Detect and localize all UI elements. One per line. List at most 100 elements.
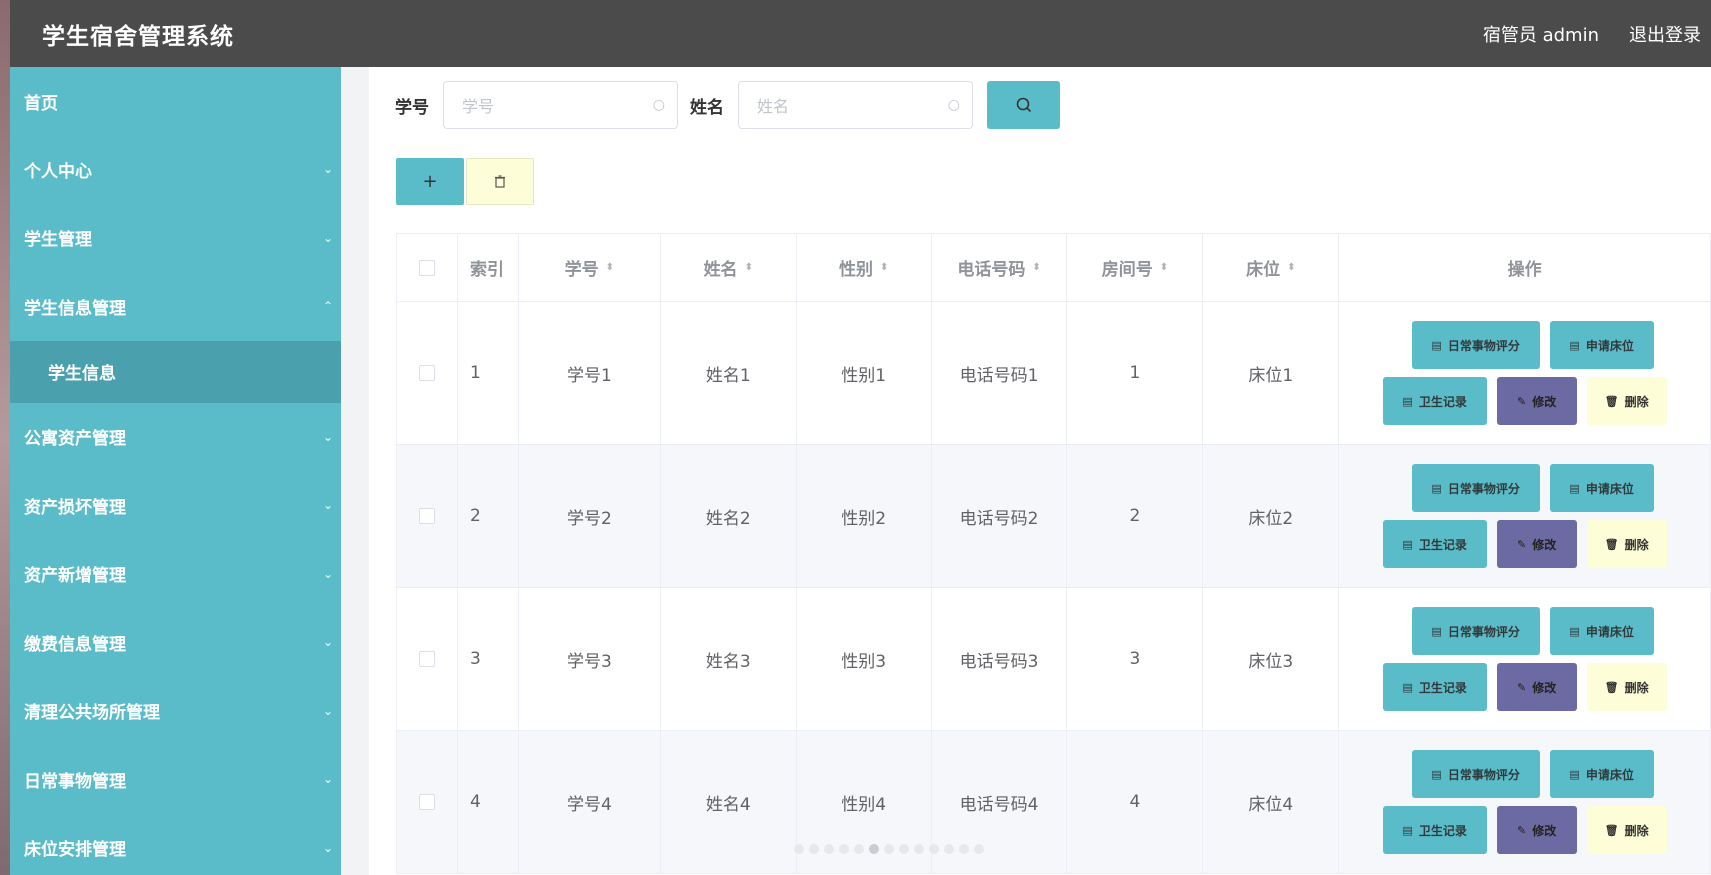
add-button[interactable]: + <box>396 158 464 205</box>
main-area: 学号 学号 ○ 姓名 姓名 ○ + 索引 学号 ⬍ 姓名 ⬍ 性别 ⬍ 电话号码… <box>341 67 1711 875</box>
column-header-room[interactable]: 房间号 ⬍ <box>1067 234 1204 302</box>
search-icon: ○ <box>947 97 960 113</box>
cell-index: 1 <box>457 302 519 445</box>
cell-room: 3 <box>1067 588 1204 731</box>
hygiene-record-button[interactable]: ▤ 卫生记录 <box>1382 377 1487 425</box>
table-row: 4 学号4 姓名4 性别4 电话号码4 4 床位4 ▤ 日常事物评分 ▤ 申请床位 … <box>397 731 1711 874</box>
sidebar-item-home[interactable]: 首页 <box>10 67 341 135</box>
chevron-down-icon: ⌄ <box>322 703 333 718</box>
student-id-label: 学号 <box>395 97 429 118</box>
cell-gender: 性别3 <box>796 588 932 731</box>
sidebar-item-student-mgmt[interactable]: 学生管理 ⌄ <box>10 204 341 273</box>
edit-button[interactable]: ✎ 修改 <box>1496 377 1577 425</box>
sort-icon: ⬍ <box>1032 261 1041 273</box>
cell-bed: 床位1 <box>1203 302 1340 445</box>
sidebar-item-payment[interactable]: 缴费信息管理 ⌄ <box>10 608 341 677</box>
edit-button[interactable]: ✎ 修改 <box>1496 520 1577 568</box>
student-id-input[interactable]: 学号 ○ <box>443 81 678 129</box>
action-buttons: + <box>396 158 534 205</box>
column-header-bed[interactable]: 床位 ⬍ <box>1203 234 1340 302</box>
cell-name: 姓名1 <box>660 302 797 445</box>
logout-link[interactable]: 退出登录 <box>1629 21 1701 47</box>
cell-phone: 电话号码2 <box>931 445 1068 588</box>
sort-icon: ⬍ <box>879 261 889 273</box>
hygiene-record-button[interactable]: ▤ 卫生记录 <box>1382 663 1487 711</box>
sidebar-item-profile[interactable]: 个人中心 ⌄ <box>10 135 341 204</box>
chevron-down-icon: ⌄ <box>322 162 333 177</box>
edit-button[interactable]: ✎ 修改 <box>1496 663 1577 711</box>
app-title: 学生宿舍管理系统 <box>42 23 234 50</box>
delete-button[interactable]: 🗑 删除 <box>1586 520 1667 568</box>
daily-score-button[interactable]: ▤ 日常事物评分 <box>1411 607 1540 655</box>
document-icon: ▤ <box>1431 767 1442 781</box>
sidebar-item-label: 个人中心 <box>24 161 92 182</box>
delete-button[interactable]: 🗑 删除 <box>1586 377 1667 425</box>
pencil-icon: ✎ <box>1517 823 1527 837</box>
sort-icon: ⬍ <box>744 261 753 273</box>
sidebar-item-label: 缴费信息管理 <box>24 634 126 655</box>
column-header-name[interactable]: 姓名 ⬍ <box>660 234 797 302</box>
hygiene-record-button[interactable]: ▤ 卫生记录 <box>1382 520 1487 568</box>
daily-score-button[interactable]: ▤ 日常事物评分 <box>1411 750 1540 798</box>
document-icon: ▤ <box>1569 338 1580 352</box>
sidebar-item-daily-affairs[interactable]: 日常事物管理 ⌄ <box>10 745 341 814</box>
column-header-gender[interactable]: 性别 ⬍ <box>796 234 932 302</box>
search-button[interactable] <box>987 81 1060 129</box>
header-checkbox-cell <box>397 234 458 302</box>
trash-icon <box>495 175 505 188</box>
apply-bed-button[interactable]: ▤ 申请床位 <box>1549 464 1654 512</box>
cell-room: 2 <box>1067 445 1204 588</box>
apply-bed-button[interactable]: ▤ 申请床位 <box>1549 750 1654 798</box>
carousel-indicator <box>794 844 984 854</box>
delete-button[interactable]: 🗑 删除 <box>1586 806 1667 854</box>
name-placeholder: 姓名 <box>757 97 790 116</box>
cell-phone: 电话号码3 <box>931 588 1068 731</box>
chevron-down-icon: ⌄ <box>322 498 333 513</box>
sidebar-item-public-cleaning[interactable]: 清理公共场所管理 ⌄ <box>10 677 341 746</box>
chevron-down-icon: ⌄ <box>322 429 333 444</box>
header-right: 宿管员 admin 退出登录 <box>1483 21 1701 47</box>
chevron-up-icon: ⌃ <box>322 299 333 314</box>
sidebar-item-student-info-mgmt[interactable]: 学生信息管理 ⌃ <box>10 272 341 341</box>
cell-gender: 性别1 <box>796 302 932 445</box>
apply-bed-button[interactable]: ▤ 申请床位 <box>1549 607 1654 655</box>
sort-icon: ⬍ <box>1159 261 1169 273</box>
column-header-phone[interactable]: 电话号码 ⬍ <box>931 234 1068 302</box>
document-icon: ▤ <box>1569 624 1580 638</box>
sidebar-item-apartment-assets[interactable]: 公寓资产管理 ⌄ <box>10 403 341 472</box>
chevron-down-icon: ⌄ <box>322 566 333 581</box>
document-icon: ▤ <box>1402 823 1413 837</box>
chevron-down-icon: ⌄ <box>322 635 333 650</box>
name-input[interactable]: 姓名 ○ <box>738 81 973 129</box>
cell-bed: 床位4 <box>1203 731 1340 874</box>
cell-gender: 性别2 <box>796 445 932 588</box>
sidebar-item-label: 公寓资产管理 <box>24 429 126 450</box>
sidebar-subitem-student-info[interactable]: 学生信息 <box>10 340 341 403</box>
daily-score-button[interactable]: ▤ 日常事物评分 <box>1411 464 1540 512</box>
cell-name: 姓名2 <box>660 445 797 588</box>
edit-button[interactable]: ✎ 修改 <box>1496 806 1577 854</box>
select-all-checkbox[interactable] <box>418 259 435 276</box>
delete-button[interactable]: 🗑 删除 <box>1586 663 1667 711</box>
hygiene-record-button[interactable]: ▤ 卫生记录 <box>1382 806 1487 854</box>
row-checkbox[interactable] <box>418 651 435 667</box>
sidebar-item-asset-new[interactable]: 资产新增管理 ⌄ <box>10 540 341 609</box>
cell-index: 2 <box>457 445 519 588</box>
cell-operations: ▤ 日常事物评分 ▤ 申请床位 ▤ 卫生记录 ✎ 修改 🗑 删除 <box>1339 588 1711 731</box>
content-panel: 学号 学号 ○ 姓名 姓名 ○ + 索引 学号 ⬍ 姓名 ⬍ 性别 ⬍ 电话号码… <box>369 67 1711 875</box>
table-header-row: 索引 学号 ⬍ 姓名 ⬍ 性别 ⬍ 电话号码 ⬍ 房间号 ⬍ 床位 ⬍ 操作 <box>397 234 1711 302</box>
apply-bed-button[interactable]: ▤ 申请床位 <box>1549 321 1654 369</box>
sidebar-item-label: 日常事物管理 <box>24 771 126 792</box>
sidebar-item-asset-damage[interactable]: 资产损坏管理 ⌄ <box>10 471 341 540</box>
cell-student-id: 学号2 <box>518 445 661 588</box>
search-icon <box>1016 97 1031 113</box>
row-checkbox[interactable] <box>418 365 435 381</box>
row-checkbox[interactable] <box>418 794 435 810</box>
row-checkbox[interactable] <box>418 508 435 524</box>
cell-student-id: 学号3 <box>518 588 661 731</box>
daily-score-button[interactable]: ▤ 日常事物评分 <box>1411 321 1540 369</box>
sidebar-item-bed-arrangement[interactable]: 床位安排管理 ⌄ <box>10 814 341 875</box>
column-header-student-id[interactable]: 学号 ⬍ <box>518 234 661 302</box>
batch-delete-button[interactable] <box>466 158 534 205</box>
pencil-icon: ✎ <box>1517 537 1527 551</box>
